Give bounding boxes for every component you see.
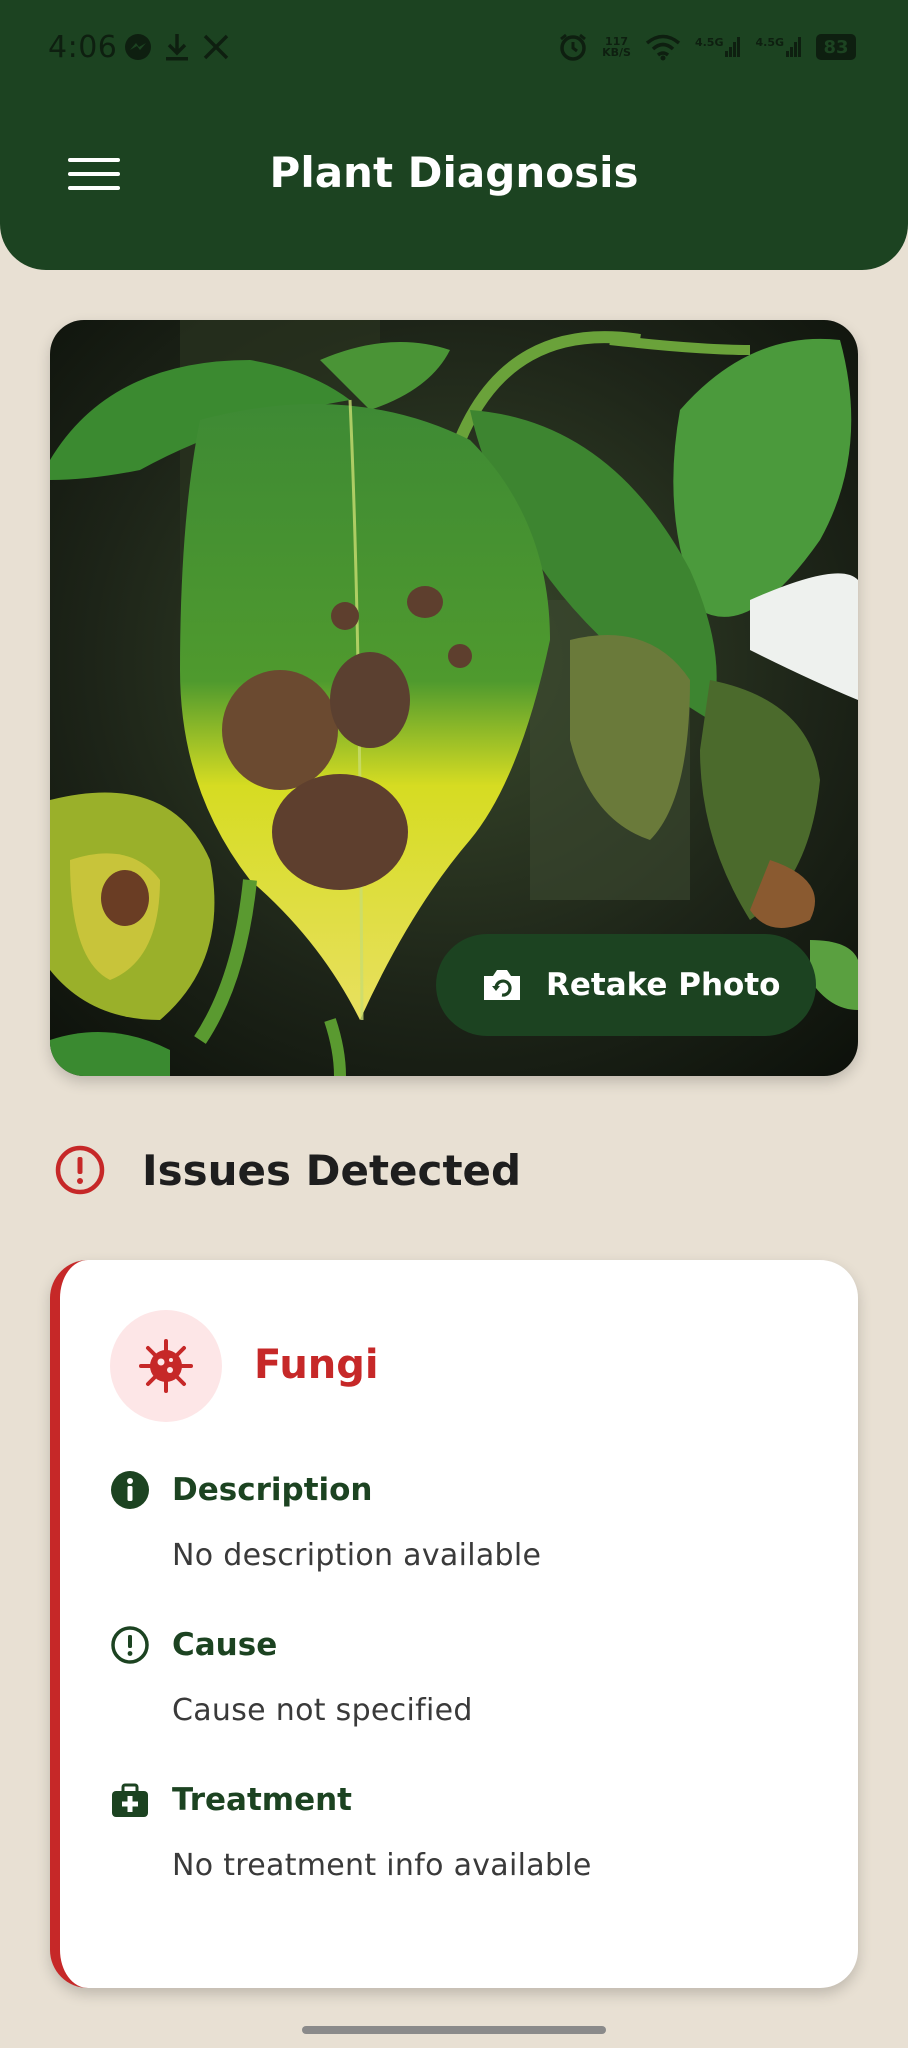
cause-text: Cause not specified — [172, 1693, 473, 1728]
battery-indicator: 83 — [816, 34, 856, 60]
description-header: Description — [110, 1470, 541, 1510]
description-text: No description available — [172, 1538, 542, 1573]
cellular-signal-2: 4.5G — [755, 37, 802, 57]
issue-name: Fungi — [254, 1342, 379, 1388]
camera-rotate-icon — [484, 970, 520, 1000]
issues-header: Issues Detected — [54, 1140, 521, 1200]
status-time: 4:06 — [48, 30, 118, 65]
messenger-icon — [125, 34, 151, 60]
description-label: Description — [172, 1472, 373, 1508]
net-speed-unit: KB/S — [602, 46, 631, 59]
status-system-icons: 117 KB/S 4.5G 4.5G 83 — [558, 32, 856, 62]
signal-1-type: 4.5G — [694, 36, 724, 49]
description-section: Description No description available — [110, 1470, 541, 1573]
status-notification-icons — [124, 32, 230, 62]
home-indicator[interactable] — [302, 2026, 606, 2034]
cause-label: Cause — [172, 1627, 278, 1663]
signal-bars-icon — [725, 37, 741, 57]
cellular-signal-1: 4.5G — [695, 37, 742, 57]
page-title: Plant Diagnosis — [269, 148, 639, 197]
retake-photo-button[interactable]: Retake Photo — [436, 934, 816, 1036]
alert-circle-icon — [55, 1145, 105, 1195]
wifi-icon — [645, 34, 681, 61]
treatment-section: Treatment No treatment info available — [110, 1780, 592, 1883]
issue-card: Fungi Description No description availab… — [50, 1260, 858, 1988]
alarm-icon — [560, 33, 587, 61]
medkit-icon — [112, 1783, 148, 1817]
issue-icon-badge — [110, 1310, 222, 1422]
treatment-text: No treatment info available — [172, 1848, 592, 1883]
plant-photo: Retake Photo — [50, 320, 858, 1076]
retake-photo-label: Retake Photo — [546, 967, 781, 1003]
download-icon — [166, 34, 188, 61]
net-speed-indicator: 117 KB/S — [602, 36, 631, 58]
info-icon — [111, 1471, 149, 1509]
alert-circle-outline-icon — [111, 1626, 149, 1664]
treatment-label: Treatment — [172, 1782, 353, 1818]
treatment-header: Treatment — [110, 1780, 592, 1820]
cause-section: Cause Cause not specified — [110, 1625, 473, 1728]
app-bar: 4:06 117 KB/S 4.5G 4.5G 83 Plant Diagnos… — [0, 0, 908, 270]
x-app-icon — [203, 34, 229, 60]
virus-icon — [139, 1339, 193, 1393]
signal-bars-icon — [786, 37, 801, 57]
cause-header: Cause — [110, 1625, 473, 1665]
status-bar: 4:06 117 KB/S 4.5G 4.5G 83 — [0, 0, 908, 100]
issues-title: Issues Detected — [142, 1145, 522, 1195]
signal-2-type: 4.5G — [755, 36, 784, 49]
